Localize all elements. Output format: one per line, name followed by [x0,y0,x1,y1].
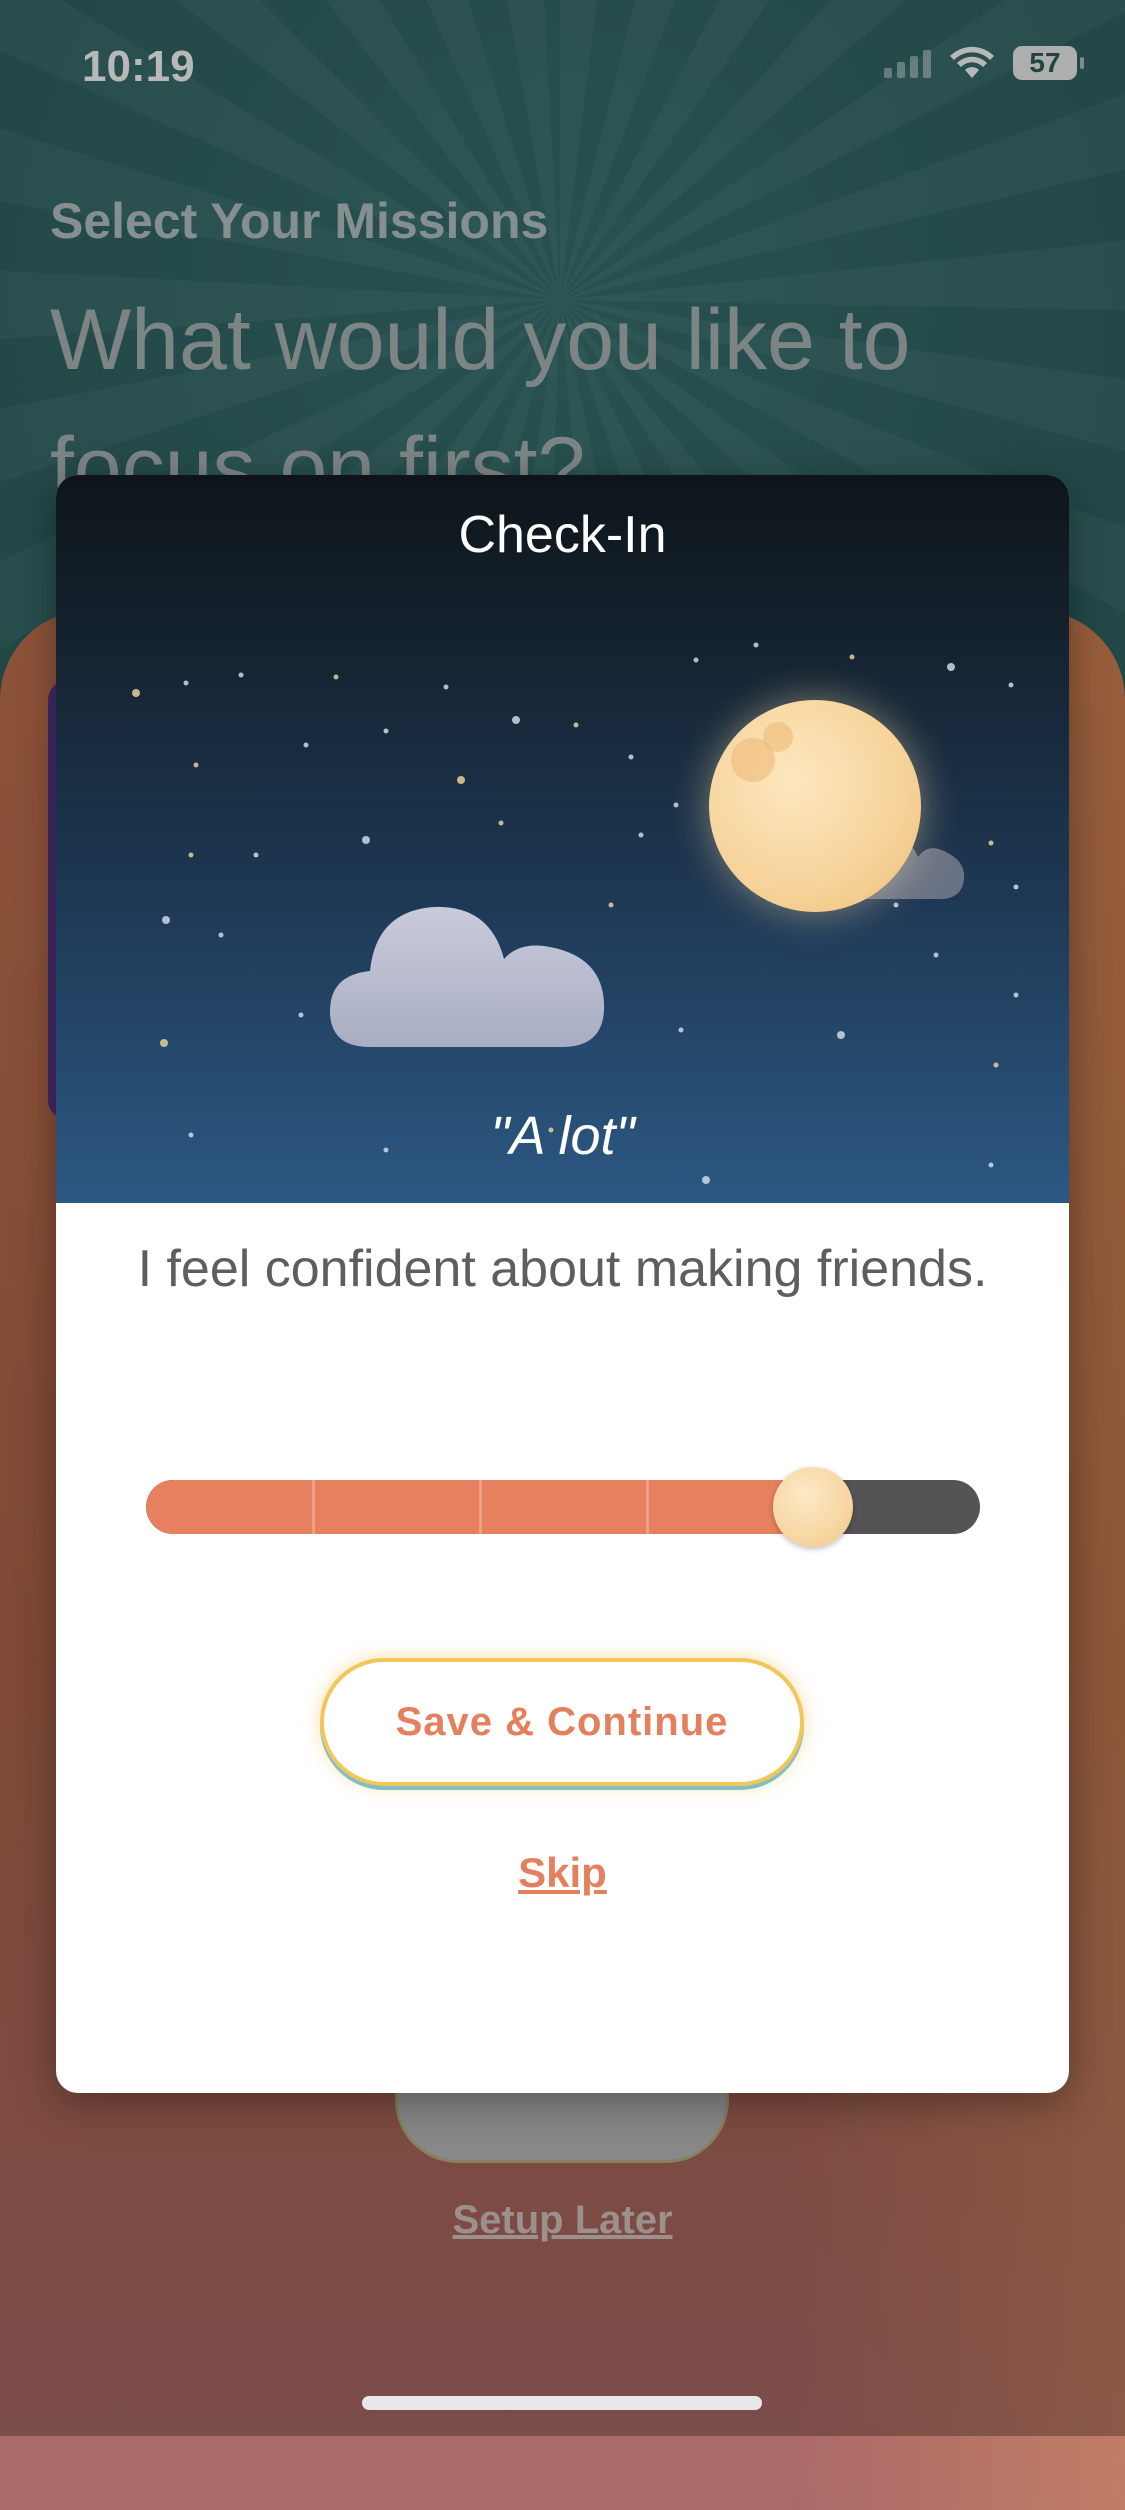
check-in-modal: Check-In "A lot" I feel confident about … [56,475,1069,2093]
star [512,716,520,724]
star [628,754,634,760]
rating-slider-thumb[interactable] [773,1467,854,1547]
star [183,680,189,686]
slider-tick [646,1480,649,1534]
question-text: I feel confident about making friends. [137,1240,988,1298]
star [573,722,579,728]
star [383,728,389,734]
star [1013,992,1019,998]
star [362,836,370,844]
slider-tick [479,1480,482,1534]
star [608,902,614,908]
star [188,852,194,858]
star [893,902,899,908]
star [849,654,855,660]
star [132,689,140,697]
star [193,762,199,768]
star [333,674,339,680]
save-continue-button[interactable]: Save & Continue [320,1658,804,1786]
answer-quote: "A lot" [490,1106,635,1166]
star [702,1176,710,1184]
cloud-icon [330,906,605,1047]
star [753,642,759,648]
star [678,1027,684,1033]
slider-tick [312,1480,315,1534]
star [1008,682,1014,688]
skip-link[interactable]: Skip [56,1849,1069,1897]
star [988,840,994,846]
star [837,1031,845,1039]
star [693,657,699,663]
star [298,1012,304,1018]
star [933,952,939,958]
star [218,932,224,938]
star [162,916,170,924]
modal-title: Check-In [458,506,667,564]
moon-icon [709,700,921,912]
star [498,820,504,826]
star [673,802,679,808]
star [160,1039,168,1047]
star [253,852,259,858]
star [993,1062,999,1068]
rating-slider-track[interactable] [146,1480,980,1534]
star [457,776,465,784]
home-indicator [362,2396,762,2410]
star [303,742,309,748]
star [443,684,449,690]
star [238,672,244,678]
night-sky-illustration: Check-In "A lot" [56,475,1069,1203]
star [947,663,955,671]
star [638,832,644,838]
star [1013,884,1019,890]
